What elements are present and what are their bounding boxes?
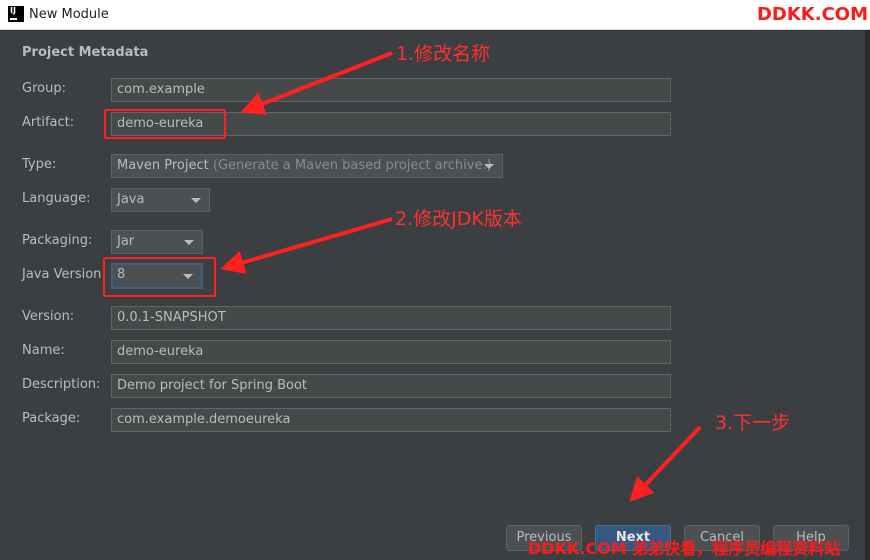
arrow-step3 [629,425,702,502]
name-label: Name: [22,343,65,358]
version-field[interactable]: 0.0.1-SNAPSHOT [111,306,671,330]
chevron-down-icon [484,164,494,169]
artifact-highlight-box [104,109,226,139]
packaging-value: Jar [117,234,135,249]
type-hint: (Generate a Maven based project archive.… [212,158,492,173]
version-label: Version: [22,309,75,324]
watermark-bottom: DDKK.COM 弟弟快看，程序员编程资料站 [528,539,841,558]
window-title: New Module [29,7,109,22]
title-bar: IJ New Module DDKK.COM [0,0,870,30]
package-label: Package: [22,411,81,426]
type-dropdown[interactable]: Maven Project (Generate a Maven based pr… [111,154,503,178]
package-field[interactable]: com.example.demoeureka [111,408,671,432]
language-dropdown[interactable]: Java [111,188,210,212]
java-version-highlight-box [103,257,216,297]
java-version-label: Java Version: [22,267,106,282]
annotation-step2: 2.修改JDK版本 [395,208,522,230]
type-value: Maven Project [117,158,209,173]
group-label: Group: [22,81,66,96]
new-module-dialog: IJ New Module DDKK.COM Project Metadata … [0,0,870,560]
arrow-step2 [220,217,393,274]
type-label: Type: [22,157,57,172]
annotation-step3: 3.下一步 [715,412,791,434]
packaging-dropdown[interactable]: Jar [111,230,203,254]
chevron-down-icon [184,240,194,245]
name-field[interactable]: demo-eureka [111,340,671,364]
annotation-step1: 1.修改名称 [396,43,491,65]
artifact-label: Artifact: [22,115,75,130]
packaging-label: Packaging: [22,233,93,248]
scrollbar-track [865,30,870,560]
watermark-top: DDKK.COM [756,4,868,25]
language-label: Language: [22,191,91,206]
description-field[interactable]: Demo project for Spring Boot [111,374,671,398]
section-title: Project Metadata [22,45,149,60]
language-value: Java [117,192,145,207]
group-field[interactable]: com.example [111,78,671,102]
chevron-down-icon [191,198,201,203]
intellij-idea-icon: IJ [8,6,24,22]
description-label: Description: [22,377,101,392]
